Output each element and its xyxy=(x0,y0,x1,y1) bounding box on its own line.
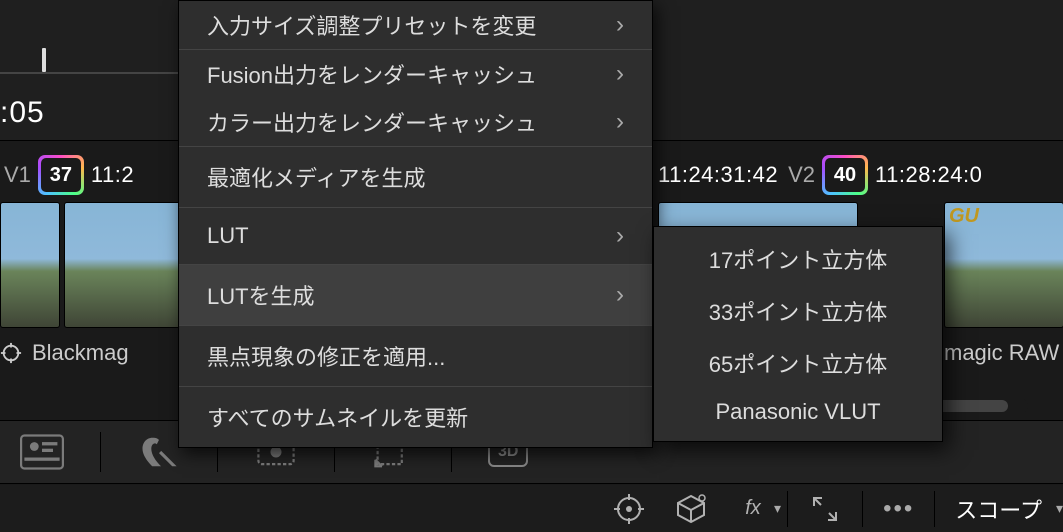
bottombar-separator xyxy=(862,491,863,527)
chevron-right-icon: › xyxy=(616,281,624,309)
clip-number-badge: 37 xyxy=(41,158,81,192)
context-submenu: 17ポイント立方体 33ポイント立方体 65ポイント立方体 Panasonic … xyxy=(653,226,943,442)
menu-item-label: 入力サイズ調整プリセットを変更 xyxy=(207,9,536,41)
toolbar-separator xyxy=(100,432,101,472)
clip-footer: magic RAW xyxy=(944,340,1063,366)
submenu-item-label: 33ポイント立方体 xyxy=(709,300,887,325)
clip-header: 11:24:31:42 V2 40 11:28:24:0 xyxy=(658,158,982,192)
cube-icon[interactable] xyxy=(674,492,708,526)
submenu-item-label: 17ポイント立方体 xyxy=(709,248,887,273)
menu-item-label: すべてのサムネイルを更新 xyxy=(207,401,468,433)
chevron-right-icon: › xyxy=(616,222,624,250)
menu-item-label: カラー出力をレンダーキャッシュ xyxy=(207,106,537,138)
slider-track xyxy=(0,72,180,74)
video-track-label: V1 xyxy=(4,162,31,188)
dropdown-caret-icon[interactable]: ▾ xyxy=(1056,500,1063,517)
video-track-label: V2 xyxy=(788,162,815,188)
slider-handle[interactable] xyxy=(42,48,46,72)
expand-arrows-icon[interactable] xyxy=(808,492,842,526)
fx-icon[interactable]: fx xyxy=(736,492,770,526)
menu-item-generate-lut[interactable]: LUTを生成 › xyxy=(179,265,652,325)
submenu-item-label: Panasonic VLUT xyxy=(715,399,880,424)
submenu-item-33pt[interactable]: 33ポイント立方体 xyxy=(654,285,942,337)
submenu-item-17pt[interactable]: 17ポイント立方体 xyxy=(654,233,942,285)
keyframe-target-icon[interactable] xyxy=(612,492,646,526)
menu-item-label: 黒点現象の修正を適用... xyxy=(207,340,445,372)
menu-item-label: 最適化メディアを生成 xyxy=(207,161,425,193)
submenu-item-label: 65ポイント立方体 xyxy=(709,352,887,377)
viewer-timecode: :05 xyxy=(0,96,45,130)
menu-item-fusion-render-cache[interactable]: Fusion出力をレンダーキャッシュ › xyxy=(179,50,652,98)
chevron-right-icon: › xyxy=(616,11,624,39)
gallery-icon[interactable] xyxy=(20,433,64,471)
bottombar-separator xyxy=(934,491,935,527)
menu-item-color-render-cache[interactable]: カラー出力をレンダーキャッシュ › xyxy=(179,98,652,146)
clip-number-badge: 40 xyxy=(825,158,865,192)
clip-label: Blackmag xyxy=(32,340,129,366)
dropdown-caret-icon[interactable]: ▾ xyxy=(774,500,781,517)
submenu-item-65pt[interactable]: 65ポイント立方体 xyxy=(654,337,942,389)
bottombar-separator xyxy=(787,491,788,527)
menu-item-refresh-thumbnails[interactable]: すべてのサムネイルを更新 xyxy=(179,387,652,447)
clip-label: magic RAW xyxy=(944,340,1059,366)
clip-timecode: 11:24:31:42 xyxy=(658,162,778,188)
submenu-item-panasonic-vlut[interactable]: Panasonic VLUT xyxy=(654,389,942,435)
bottom-bar: fx ▾ ••• スコープ ▾ xyxy=(0,485,1063,532)
menu-item-generate-optimized-media[interactable]: 最適化メディアを生成 xyxy=(179,147,652,207)
menu-item-lut[interactable]: LUT › xyxy=(179,208,652,264)
clip-thumbnail: GU xyxy=(944,202,1063,328)
menu-item-label: LUT xyxy=(207,223,249,249)
clip-timecode: 11:2 xyxy=(91,162,134,188)
more-options-icon[interactable]: ••• xyxy=(883,495,914,523)
menu-item-label: Fusion出力をレンダーキャッシュ xyxy=(207,58,537,90)
qualifier-icon[interactable] xyxy=(137,433,181,471)
target-icon xyxy=(0,342,22,364)
clip-next-header: 11:24:31:42 V2 40 11:28:24:0 xyxy=(658,158,982,192)
clip-footer: Blackmag xyxy=(0,340,129,366)
chevron-right-icon: › xyxy=(616,60,624,88)
menu-item-blackpoint-fix[interactable]: 黒点現象の修正を適用... xyxy=(179,326,652,386)
menu-item-label: LUTを生成 xyxy=(207,279,315,311)
context-menu: 入力サイズ調整プリセットを変更 › Fusion出力をレンダーキャッシュ › カ… xyxy=(178,0,653,448)
clip-overlay-text: GU xyxy=(949,205,979,228)
scope-label[interactable]: スコープ xyxy=(955,493,1042,525)
clip-40[interactable]: GU magic RAW xyxy=(944,158,1063,366)
chevron-right-icon: › xyxy=(616,108,624,136)
menu-item-input-size-preset[interactable]: 入力サイズ調整プリセットを変更 › xyxy=(179,1,652,49)
